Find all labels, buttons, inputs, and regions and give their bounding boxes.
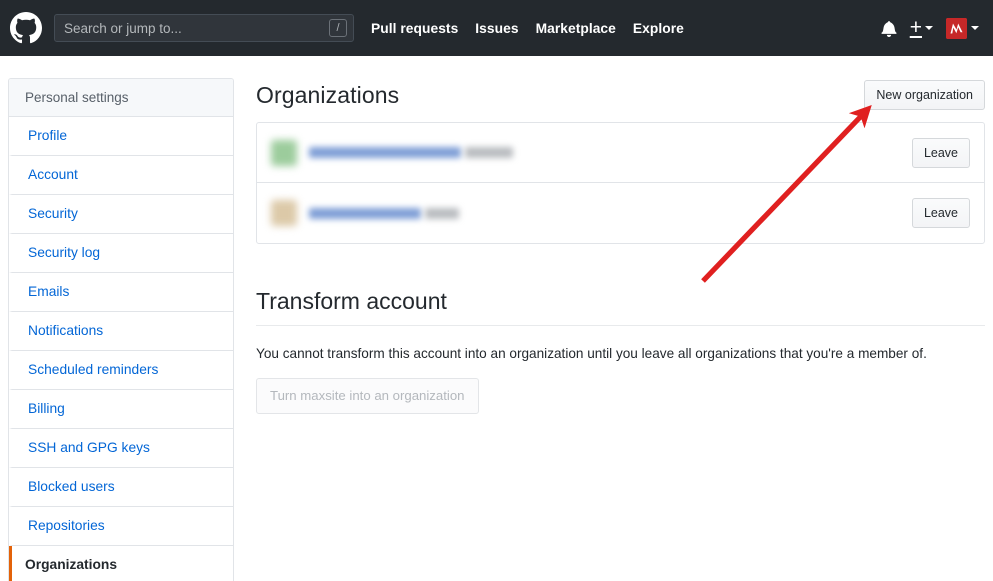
nav-item-pull-requests[interactable]: Pull requests [371, 21, 458, 36]
top-header-bar: / Pull requests Issues Marketplace Explo… [0, 0, 993, 56]
primary-nav: Pull requests Issues Marketplace Explore [371, 21, 684, 36]
sidebar-item-security-log[interactable]: Security log [9, 234, 233, 273]
transform-account-title: Transform account [256, 286, 985, 326]
organizations-list: Leave Leave [256, 122, 985, 244]
organization-avatar [271, 140, 297, 166]
create-new-menu[interactable]: + [910, 20, 933, 36]
organization-row[interactable]: Leave [257, 123, 984, 183]
chevron-down-icon [925, 26, 933, 30]
nav-item-explore[interactable]: Explore [633, 21, 684, 36]
organizations-section-header: Organizations New organization [256, 80, 985, 118]
chevron-down-icon [971, 26, 979, 30]
organization-avatar [271, 200, 297, 226]
sidebar-item-notifications[interactable]: Notifications [9, 312, 233, 351]
notifications-bell-icon[interactable] [881, 20, 897, 37]
github-logo-icon[interactable] [9, 12, 42, 45]
main-content: Organizations New organization Leave [256, 78, 985, 581]
leave-organization-button[interactable]: Leave [912, 198, 970, 228]
search-shortcut-badge: / [329, 19, 347, 37]
sidebar-item-security[interactable]: Security [9, 195, 233, 234]
search-input[interactable] [54, 14, 354, 42]
sidebar-item-emails[interactable]: Emails [9, 273, 233, 312]
transform-button-wrap: Turn maxsite into an organization [256, 378, 985, 414]
organization-row[interactable]: Leave [257, 183, 984, 243]
sidebar-item-billing[interactable]: Billing [9, 390, 233, 429]
sidebar-header: Personal settings [9, 79, 233, 117]
page-body: Personal settings Profile Account Securi… [0, 56, 993, 581]
transform-account-section: Transform account You cannot transform t… [256, 286, 985, 414]
leave-button-wrap: Leave [912, 198, 970, 228]
sidebar-item-ssh-and-gpg-keys[interactable]: SSH and GPG keys [9, 429, 233, 468]
leave-organization-button[interactable]: Leave [912, 138, 970, 168]
avatar [946, 18, 967, 39]
sidebar-item-organizations[interactable]: Organizations [9, 546, 233, 581]
nav-item-marketplace[interactable]: Marketplace [536, 21, 616, 36]
page-title: Organizations [256, 80, 399, 110]
sidebar-item-account[interactable]: Account [9, 156, 233, 195]
header-right-cluster: + [881, 18, 979, 39]
settings-sidebar: Personal settings Profile Account Securi… [8, 78, 234, 581]
sidebar-item-repositories[interactable]: Repositories [9, 507, 233, 546]
plus-icon: + [910, 20, 922, 36]
organization-name-redacted [309, 205, 912, 222]
sidebar-item-blocked-users[interactable]: Blocked users [9, 468, 233, 507]
sidebar-item-scheduled-reminders[interactable]: Scheduled reminders [9, 351, 233, 390]
nav-item-issues[interactable]: Issues [475, 21, 518, 36]
sidebar-item-profile[interactable]: Profile [9, 117, 233, 156]
leave-button-wrap: Leave [912, 138, 970, 168]
transform-account-description: You cannot transform this account into a… [256, 344, 985, 364]
user-menu[interactable] [946, 18, 979, 39]
organization-name-redacted [309, 144, 912, 161]
new-organization-button[interactable]: New organization [864, 80, 985, 110]
turn-into-organization-button[interactable]: Turn maxsite into an organization [256, 378, 479, 414]
search-container: / [54, 14, 354, 42]
